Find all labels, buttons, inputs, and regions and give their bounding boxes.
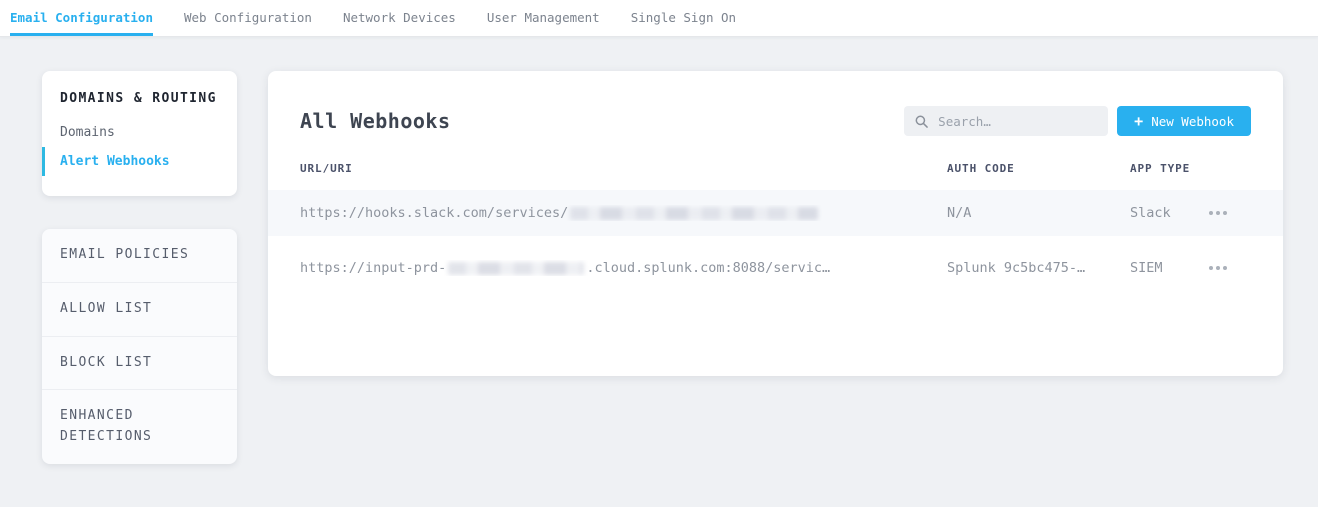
plus-icon: + bbox=[1134, 114, 1143, 129]
page-title: All Webhooks bbox=[300, 109, 451, 133]
tab-single-sign-on[interactable]: Single Sign On bbox=[631, 0, 736, 36]
row-actions bbox=[1207, 262, 1251, 274]
search-box bbox=[904, 106, 1108, 136]
redacted-text bbox=[448, 262, 584, 275]
url-cell: https://hooks.slack.com/services/ bbox=[300, 205, 947, 221]
sidebar-section-enhanced-detections[interactable]: ENHANCED DETECTIONS bbox=[42, 390, 237, 464]
app-type-cell: Slack bbox=[1130, 205, 1207, 221]
sidebar-items: DomainsAlert Webhooks bbox=[42, 118, 237, 176]
tab-network-devices[interactable]: Network Devices bbox=[343, 0, 456, 36]
url-text-before: https://hooks.slack.com/services/ bbox=[300, 205, 568, 221]
sidebar: DOMAINS & ROUTING DomainsAlert Webhooks … bbox=[42, 71, 237, 464]
search-input[interactable] bbox=[936, 113, 1097, 130]
page-layout: DOMAINS & ROUTING DomainsAlert Webhooks … bbox=[0, 37, 1318, 464]
search-icon bbox=[915, 115, 928, 128]
ellipsis-menu-icon[interactable] bbox=[1207, 207, 1229, 219]
tab-web-configuration[interactable]: Web Configuration bbox=[184, 0, 312, 36]
redacted-text bbox=[570, 207, 818, 220]
panel-actions: + New Webhook bbox=[904, 106, 1251, 136]
column-header-app-type: APP TYPE bbox=[1130, 162, 1207, 175]
sidebar-section-block-list[interactable]: BLOCK LIST bbox=[42, 337, 237, 391]
new-webhook-button[interactable]: + New Webhook bbox=[1117, 106, 1251, 136]
url-cell: https://input-prd- .cloud.splunk.com:8088… bbox=[300, 260, 947, 276]
top-nav: Email Configuration Web Configuration Netw… bbox=[0, 0, 1318, 37]
sidebar-section-email-policies[interactable]: EMAIL POLICIES bbox=[42, 229, 237, 283]
webhook-row: https://input-prd- .cloud.splunk.com:8088… bbox=[268, 236, 1283, 300]
table-body: https://hooks.slack.com/services/N/ASlac… bbox=[268, 190, 1283, 300]
row-actions bbox=[1207, 207, 1251, 219]
webhooks-panel: All Webhooks + New Webhook URL/URIAUTH C… bbox=[268, 71, 1283, 376]
url-text-after: .cloud.splunk.com:8088/servic… bbox=[586, 260, 830, 276]
tab-user-management[interactable]: User Management bbox=[487, 0, 600, 36]
domains-routing-card: DOMAINS & ROUTING DomainsAlert Webhooks bbox=[42, 71, 237, 196]
tab-email-configuration[interactable]: Email Configuration bbox=[10, 0, 153, 36]
table-header: URL/URIAUTH CODEAPP TYPE bbox=[268, 154, 1283, 190]
app-type-cell: SIEM bbox=[1130, 260, 1207, 276]
auth-code-cell: N/A bbox=[947, 205, 1130, 221]
sidebar-group-title: DOMAINS & ROUTING bbox=[42, 91, 237, 118]
sidebar-section-allow-list[interactable]: ALLOW LIST bbox=[42, 283, 237, 337]
new-webhook-label: New Webhook bbox=[1151, 114, 1234, 129]
url-text-before: https://input-prd- bbox=[300, 260, 446, 276]
ellipsis-menu-icon[interactable] bbox=[1207, 262, 1229, 274]
column-header-auth-code: AUTH CODE bbox=[947, 162, 1130, 175]
sidebar-item-domains[interactable]: Domains bbox=[42, 118, 237, 147]
sidebar-sections-card: EMAIL POLICIESALLOW LISTBLOCK LISTENHANC… bbox=[42, 229, 237, 464]
sidebar-item-alert-webhooks[interactable]: Alert Webhooks bbox=[42, 147, 237, 176]
auth-code-cell: Splunk 9c5bc475-… bbox=[947, 260, 1130, 276]
panel-header: All Webhooks + New Webhook bbox=[268, 71, 1283, 154]
column-header-url-uri: URL/URI bbox=[300, 162, 947, 175]
top-nav-tabs: Email Configuration Web Configuration Netw… bbox=[10, 0, 767, 36]
webhook-row: https://hooks.slack.com/services/N/ASlac… bbox=[268, 190, 1283, 236]
